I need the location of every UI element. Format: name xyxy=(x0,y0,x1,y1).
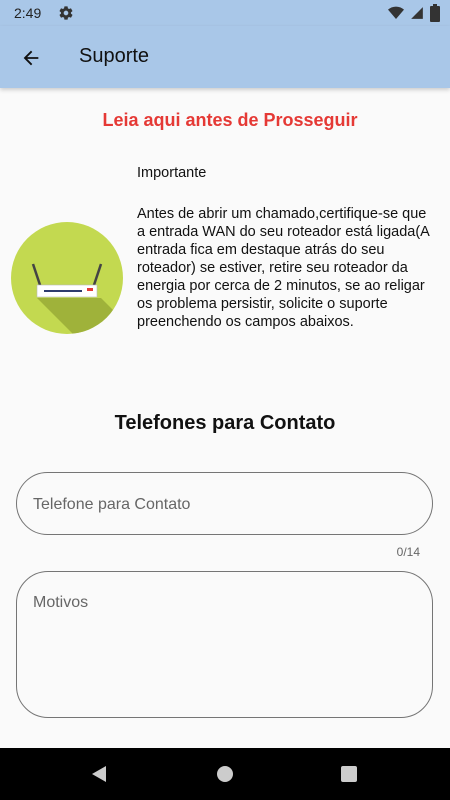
phone-input[interactable] xyxy=(31,473,415,536)
cell-signal-icon xyxy=(411,7,423,19)
wifi-icon xyxy=(388,6,404,20)
arrow-left-icon xyxy=(23,50,39,66)
reason-field[interactable] xyxy=(16,571,433,718)
system-nav-bar xyxy=(0,748,450,800)
nav-back-icon[interactable] xyxy=(88,762,112,786)
important-label: Importante xyxy=(137,165,207,181)
reason-input[interactable] xyxy=(31,592,415,706)
instructions-text: Antes de abrir um chamado,certifique-se … xyxy=(137,206,430,330)
page-title: Suporte xyxy=(79,45,150,67)
router-icon xyxy=(11,222,123,334)
status-bar: 2:49 xyxy=(0,0,450,26)
battery-icon xyxy=(430,4,440,22)
warning-heading: Leia aqui antes de Prosseguir xyxy=(102,110,358,130)
status-time: 2:49 xyxy=(14,5,42,21)
back-button[interactable] xyxy=(16,43,46,73)
status-icons xyxy=(388,4,440,22)
section-title: Telefones para Contato xyxy=(114,412,336,434)
app-bar: Suporte xyxy=(0,26,450,88)
phone-char-counter: 0/14 xyxy=(396,545,420,559)
phone-field[interactable] xyxy=(16,472,433,536)
gear-icon xyxy=(59,6,73,20)
nav-home-icon[interactable] xyxy=(213,762,237,786)
nav-recents-icon[interactable] xyxy=(337,762,361,786)
